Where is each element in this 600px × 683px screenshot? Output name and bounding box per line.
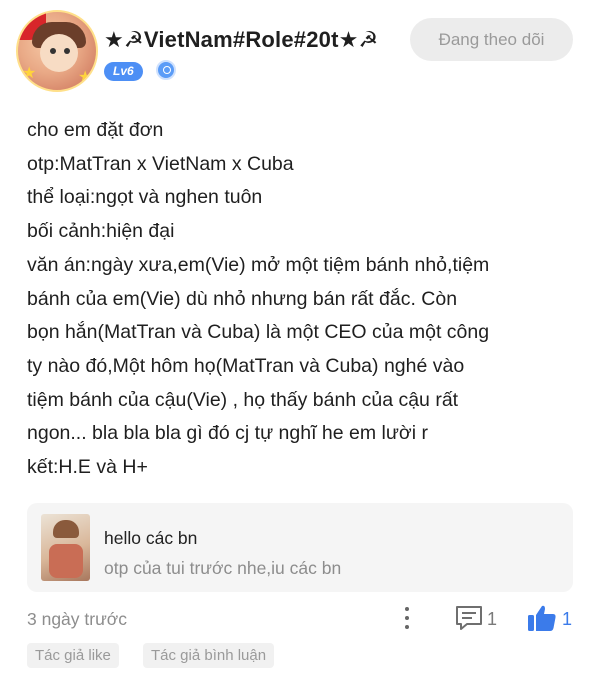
post-line: bọn hắn(MatTran và Cuba) là một CEO của …: [27, 321, 490, 344]
more-vertical-icon[interactable]: [399, 604, 415, 632]
tag-author-liked: Tác giả like: [27, 643, 119, 668]
quoted-post-title: hello các bn: [104, 528, 198, 548]
quoted-post-thumbnail: [41, 514, 90, 581]
post-line: cho em đặt đơn: [27, 119, 164, 141]
avatar-eye: [64, 48, 70, 54]
comment-icon[interactable]: [455, 605, 483, 631]
username[interactable]: ★☭VietNam#Role#20t★☭: [104, 27, 378, 53]
following-button[interactable]: Đang theo dõi: [410, 18, 573, 61]
post-line: bánh của em(Vie) dù nhỏ nhưng bán rất đắ…: [27, 287, 458, 310]
thumbnail-figure-hair: [53, 520, 79, 538]
like-count: 1: [562, 609, 573, 629]
post-line: ty nào đó,Một hôm họ(MatTran và Cuba) ng…: [27, 354, 465, 377]
post-line: ngon... bla bla bla gì đó cj tự nghĩ he …: [27, 422, 428, 445]
quoted-post-card[interactable]: hello các bn otp của tui trước nhe,iu cá…: [27, 503, 573, 592]
post-timestamp: 3 ngày trước: [27, 609, 128, 629]
avatar-eye: [50, 48, 56, 54]
post-line: tiệm bánh của cậu(Vie) , họ thấy bánh củ…: [27, 388, 459, 411]
comment-count: 1: [487, 609, 498, 629]
post-line: otp:MatTran x VietNam x Cuba: [27, 152, 294, 175]
quoted-post-subtitle: otp của tui trước nhe,iu các bn: [104, 558, 342, 578]
tag-author-commented: Tác giả bình luận: [143, 643, 275, 668]
post-line: thể loại:ngọt và nghen tuôn: [27, 186, 263, 209]
thumbnail-figure-body: [49, 544, 83, 578]
post-header: ★ ★ ★☭VietNam#Role#20t★☭ Lv6 Đang theo d…: [0, 0, 600, 110]
star-icon: ★: [78, 69, 93, 86]
avatar-face: [40, 34, 78, 72]
post-line: bối cảnh:hiện đại: [27, 220, 175, 243]
level-badge: Lv6: [104, 62, 143, 81]
post-line: văn án:ngày xưa,em(Vie) mở một tiệm bánh…: [27, 253, 490, 276]
star-icon: ★: [22, 65, 37, 82]
post-line: kết:H.E và H+: [27, 456, 148, 479]
thumbs-up-icon[interactable]: [527, 603, 557, 633]
verified-icon: [156, 60, 176, 80]
avatar[interactable]: ★ ★: [16, 10, 98, 92]
post-content: cho em đặt đơn otp:MatTran x VietNam x C…: [27, 114, 575, 485]
